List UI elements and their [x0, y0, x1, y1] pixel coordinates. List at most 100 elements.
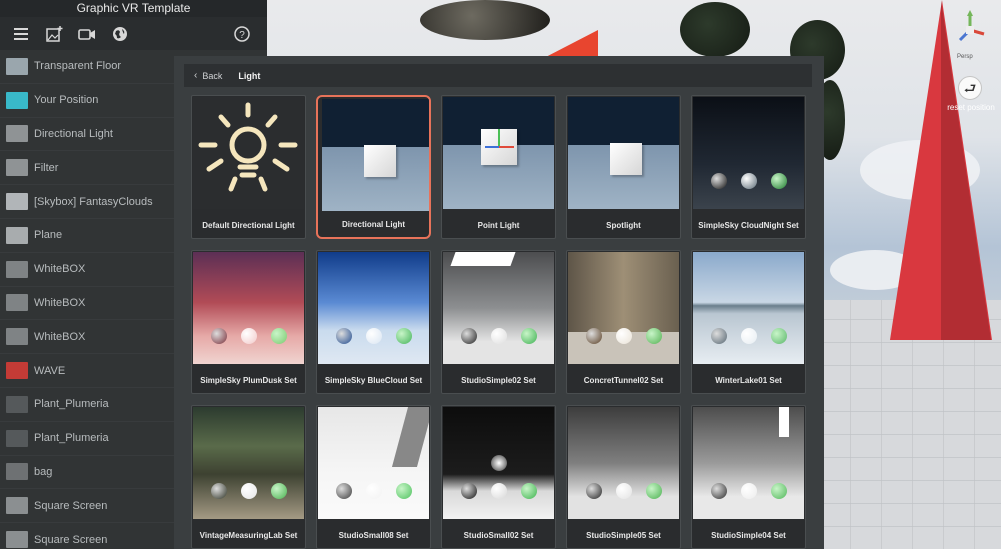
item-thumbnail — [6, 159, 28, 177]
asset-card[interactable]: SimpleSky CloudNight Set — [691, 95, 806, 239]
asset-card[interactable]: WinterLake01 Set — [691, 250, 806, 394]
sphere — [491, 483, 507, 499]
asset-label: ConcretTunnel02 Set — [583, 376, 664, 385]
list-item-label: Directional Light — [34, 127, 113, 140]
back-label: Back — [202, 70, 223, 81]
list-item-label: bag — [34, 465, 53, 478]
asset-thumbnail — [322, 99, 429, 211]
asset-label: StudioSimple04 Set — [711, 531, 786, 540]
item-thumbnail — [6, 463, 28, 481]
lightbulb-icon — [198, 102, 298, 192]
reset-position-button[interactable]: ⮐ — [958, 76, 982, 100]
cube — [364, 145, 396, 177]
cube — [610, 143, 642, 175]
app-title: Graphic VR Template — [0, 0, 267, 17]
toolbar: ? — [0, 17, 267, 50]
sphere — [396, 328, 412, 344]
list-item-label: Your Position — [34, 94, 99, 107]
light-library-panel: ‹ Back Light Default Directional Light D… — [174, 56, 824, 549]
sphere — [461, 483, 477, 499]
asset-card[interactable]: StudioSimple05 Set — [566, 405, 681, 549]
sphere — [366, 483, 382, 499]
item-thumbnail — [6, 531, 28, 549]
sphere — [521, 328, 537, 344]
asset-thumbnail — [318, 407, 429, 519]
asset-thumbnail — [193, 97, 304, 209]
sphere — [741, 173, 757, 189]
asset-thumbnail — [318, 252, 429, 364]
asset-card[interactable]: StudioSmall02 Set — [441, 405, 556, 549]
svg-text:?: ? — [239, 30, 245, 41]
item-thumbnail — [6, 91, 28, 109]
item-thumbnail — [6, 294, 28, 312]
list-item-label: Plant_Plumeria — [34, 432, 109, 445]
asset-thumbnail — [443, 407, 554, 519]
asset-thumbnail — [568, 97, 679, 209]
menu-icon[interactable] — [10, 23, 32, 45]
list-item-label: Transparent Floor — [34, 60, 122, 73]
sphere — [616, 483, 632, 499]
asset-card[interactable]: SimpleSky PlumDusk Set — [191, 250, 306, 394]
sphere — [771, 173, 787, 189]
sphere — [336, 328, 352, 344]
add-image-icon[interactable] — [43, 23, 65, 45]
asset-card[interactable]: SimpleSky BlueCloud Set — [316, 250, 431, 394]
sphere — [521, 483, 537, 499]
back-button[interactable]: ‹ Back — [194, 70, 222, 81]
sphere — [616, 328, 632, 344]
asset-label: VintageMeasuringLab Set — [199, 531, 298, 540]
video-icon[interactable] — [76, 23, 98, 45]
sphere — [771, 328, 787, 344]
item-thumbnail — [6, 429, 28, 447]
list-item-label: WhiteBOX — [34, 330, 86, 343]
list-item-label: Plant_Plumeria — [34, 398, 109, 411]
asset-label: WinterLake01 Set — [715, 376, 782, 385]
list-item-label: Square Screen — [34, 533, 108, 546]
asset-card[interactable]: Default Directional Light — [191, 95, 306, 239]
item-thumbnail — [6, 260, 28, 278]
asset-card[interactable]: Directional Light — [316, 95, 431, 239]
sphere — [646, 328, 662, 344]
orientation-gizmo-icon[interactable] — [950, 8, 990, 58]
chevron-left-icon: ‹ — [194, 70, 198, 81]
gizmo-label: Persp — [957, 54, 973, 60]
sphere — [741, 328, 757, 344]
asset-label: StudioSimple05 Set — [586, 531, 661, 540]
sphere — [586, 328, 602, 344]
asset-card[interactable]: Spotlight — [566, 95, 681, 239]
sphere — [491, 328, 507, 344]
asset-label: Default Directional Light — [202, 221, 295, 230]
list-item-label: Filter — [34, 161, 59, 174]
sphere — [711, 483, 727, 499]
item-thumbnail — [6, 362, 28, 380]
asset-card[interactable]: StudioSimple02 Set — [441, 250, 556, 394]
asset-thumbnail — [693, 97, 804, 209]
item-thumbnail — [6, 57, 28, 75]
asset-label: StudioSimple02 Set — [461, 376, 536, 385]
sphere — [586, 483, 602, 499]
sphere — [396, 483, 412, 499]
asset-thumbnail — [193, 407, 304, 519]
sphere — [271, 483, 287, 499]
asset-card[interactable]: Point Light — [441, 95, 556, 239]
asset-label: Point Light — [477, 221, 520, 230]
help-icon[interactable]: ? — [231, 23, 253, 45]
plant — [680, 2, 750, 57]
item-thumbnail — [6, 328, 28, 346]
sphere — [711, 173, 727, 189]
asset-card[interactable]: VintageMeasuringLab Set — [191, 405, 306, 549]
asset-label: SimpleSky PlumDusk Set — [200, 376, 297, 385]
list-item-label: WhiteBOX — [34, 296, 86, 309]
list-item-label: Plane — [34, 229, 63, 242]
sphere — [646, 483, 662, 499]
item-thumbnail — [6, 125, 28, 143]
asset-card[interactable]: StudioSimple04 Set — [691, 405, 806, 549]
asset-card[interactable]: ConcretTunnel02 Set — [566, 250, 681, 394]
globe-icon[interactable] — [109, 23, 131, 45]
asset-label: Spotlight — [606, 221, 641, 230]
list-item-label: [Skybox] FantasyClouds — [34, 195, 153, 208]
asset-card[interactable]: StudioSmall08 Set — [316, 405, 431, 549]
item-thumbnail — [6, 193, 28, 211]
asset-label: StudioSmall08 Set — [338, 531, 409, 540]
list-item-label: Square Screen — [34, 499, 108, 512]
